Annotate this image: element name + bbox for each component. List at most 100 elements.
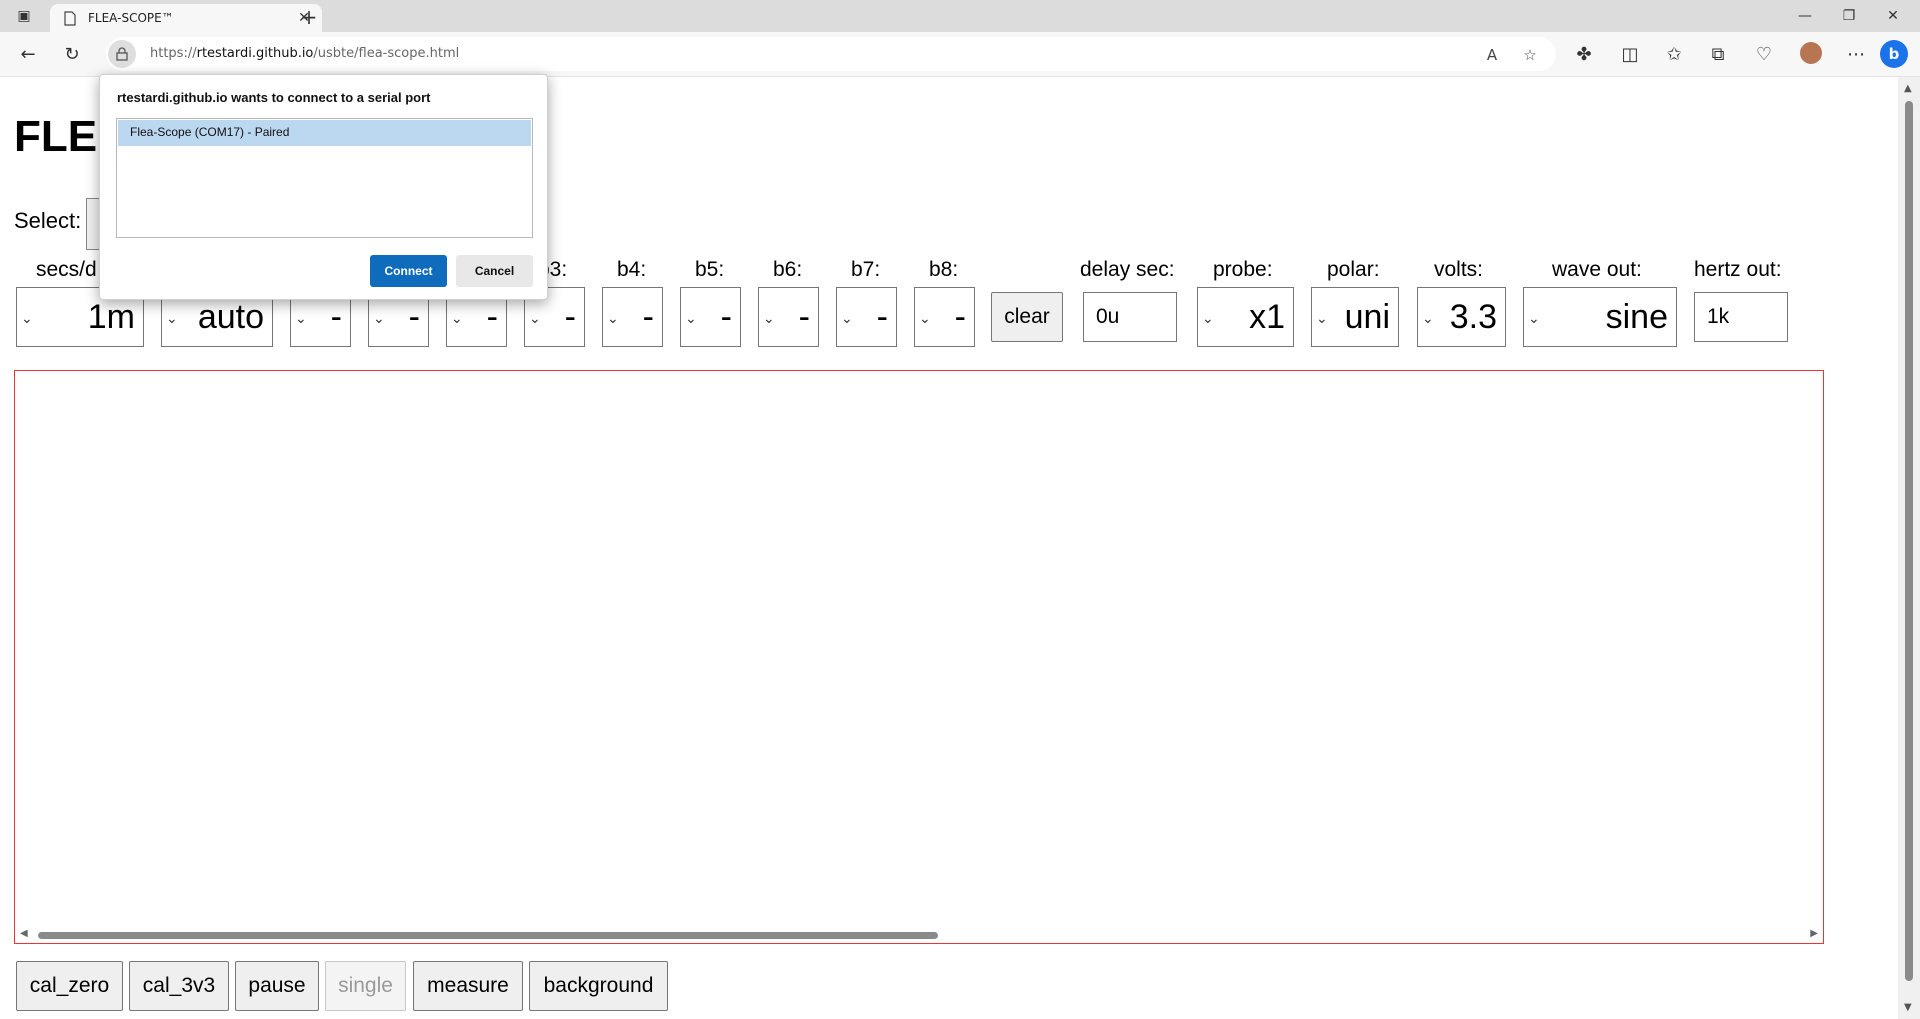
delay-sec-label: delay sec: [1080,258,1175,281]
chevron-down-icon: ⌄ [919,310,931,326]
secs-div-value: 1m [87,298,135,336]
polar-value: uni [1344,298,1390,336]
browser-titlebar: ▣ FLEA-SCOPE™ ✕ + — ❐ ✕ [0,0,1920,32]
serial-port-dialog: rtestardi.github.io wants to connect to … [99,74,548,300]
window-close-icon[interactable]: ✕ [1880,4,1906,28]
b8-select[interactable]: ⌄ - [836,287,897,347]
b7-select[interactable]: ⌄ - [758,287,819,347]
probe-label: probe: [1213,258,1273,281]
trigger-value: auto [197,298,264,336]
chevron-down-icon: ⌄ [1422,310,1434,326]
chevron-down-icon: ⌄ [1316,310,1328,326]
dialog-title: rtestardi.github.io wants to connect to … [117,90,431,105]
volts-select[interactable]: ⌄ 3.3 [1417,287,1506,347]
b1-value: - [330,298,342,336]
pause-button[interactable]: pause [235,961,319,1011]
cal-3v3-button[interactable]: cal_3v3 [129,961,229,1011]
vertical-scrollbar[interactable]: ▲ ▼ [1898,77,1920,1019]
chevron-down-icon: ⌄ [1202,310,1214,326]
url-prefix: https:// [150,46,197,61]
favorite-star-icon[interactable]: ☆ [1520,45,1540,65]
minimize-icon[interactable]: — [1792,4,1818,28]
polar-select[interactable]: ⌄ uni [1311,287,1399,347]
port-list[interactable]: Flea-Scope (COM17) - Paired [116,118,533,238]
chevron-down-icon: ⌄ [1528,310,1540,326]
scroll-right-icon[interactable]: ▶ [1810,928,1818,939]
hertz-out-input[interactable]: 1k [1694,292,1788,342]
b8-value: - [876,298,888,336]
secs-div-label: secs/d [36,258,97,281]
b7-value: - [798,298,810,336]
scroll-down-icon[interactable]: ▼ [1904,1002,1912,1013]
b4-value: - [564,298,576,336]
chevron-down-icon: ⌄ [166,310,178,326]
wave-out-select[interactable]: ⌄ sine [1523,287,1677,347]
b7-label: b7: [851,258,881,281]
copilot-icon[interactable]: b [1880,40,1908,68]
scroll-left-icon[interactable]: ◀ [20,928,28,939]
b3-value: - [486,298,498,336]
chevron-down-icon: ⌄ [451,310,463,326]
chevron-down-icon: ⌄ [841,310,853,326]
chevron-down-icon: ⌄ [529,310,541,326]
chevron-down-icon: ⌄ [685,310,697,326]
b5-select[interactable]: ⌄ - [602,287,663,347]
horizontal-scroll-thumb[interactable] [38,932,938,939]
b5-value: - [642,298,654,336]
new-tab-icon[interactable]: + [298,5,320,29]
b5-label: b5: [695,258,725,281]
split-screen-icon[interactable]: ◫ [1618,42,1642,66]
cal-zero-button[interactable]: cal_zero [16,961,123,1011]
profile-avatar[interactable] [1800,42,1822,64]
tab-actions-icon[interactable]: ▣ [14,6,34,26]
scroll-up-icon[interactable]: ▲ [1904,83,1912,94]
clear-button[interactable]: clear [991,292,1063,342]
wave-out-label: wave out: [1552,258,1642,281]
b9-value: - [954,298,966,336]
lock-icon[interactable] [108,40,136,68]
page-title: FLE [14,112,98,161]
b6-value: - [720,298,732,336]
b2-value: - [408,298,420,336]
browser-navbar: ← ↻ https://rtestardi.github.io/usbte/fl… [0,32,1920,77]
document-icon [64,10,76,26]
hertz-out-label: hertz out: [1694,258,1782,281]
port-list-item[interactable]: Flea-Scope (COM17) - Paired [118,120,531,146]
url-path: /usbte/flea-scope.html [313,46,460,61]
background-button[interactable]: background [529,961,668,1011]
read-aloud-icon[interactable]: A [1482,45,1502,65]
refresh-icon[interactable]: ↻ [60,42,84,66]
vertical-scroll-thumb[interactable] [1905,101,1913,981]
address-bar[interactable]: https://rtestardi.github.io/usbte/flea-s… [106,37,1556,71]
chevron-down-icon: ⌄ [607,310,619,326]
b6-label: b6: [773,258,803,281]
probe-select[interactable]: ⌄ x1 [1197,287,1294,347]
probe-value: x1 [1249,298,1285,336]
url-text[interactable]: https://rtestardi.github.io/usbte/flea-s… [150,46,459,61]
cancel-button[interactable]: Cancel [456,255,533,287]
restore-icon[interactable]: ❐ [1836,4,1862,28]
single-button: single [325,961,406,1011]
delay-sec-input[interactable]: 0u [1083,292,1177,342]
connect-button[interactable]: Connect [370,255,447,287]
volts-label: volts: [1434,258,1484,281]
b6-select[interactable]: ⌄ - [680,287,741,347]
extensions-icon[interactable]: ✤ [1572,42,1596,66]
b8-label: b8: [929,258,959,281]
scope-canvas[interactable] [14,370,1824,944]
more-menu-icon[interactable]: ⋯ [1844,42,1868,66]
polar-label: polar: [1327,258,1380,281]
volts-value: 3.3 [1449,298,1497,336]
b9-select[interactable]: ⌄ - [914,287,975,347]
browser-tab[interactable]: FLEA-SCOPE™ ✕ [50,4,322,32]
measure-button[interactable]: measure [413,961,523,1011]
b4-label: b4: [617,258,647,281]
collections-icon[interactable]: ⧉ [1706,42,1730,66]
url-host: rtestardi.github.io [196,46,314,61]
back-icon[interactable]: ← [16,42,40,66]
chevron-down-icon: ⌄ [763,310,775,326]
horizontal-scrollbar[interactable]: ◀ ▶ [14,928,1824,944]
chevron-down-icon: ⌄ [21,310,33,326]
favorites-icon[interactable]: ✩ [1662,42,1686,66]
performance-icon[interactable]: ♡ [1752,42,1776,66]
